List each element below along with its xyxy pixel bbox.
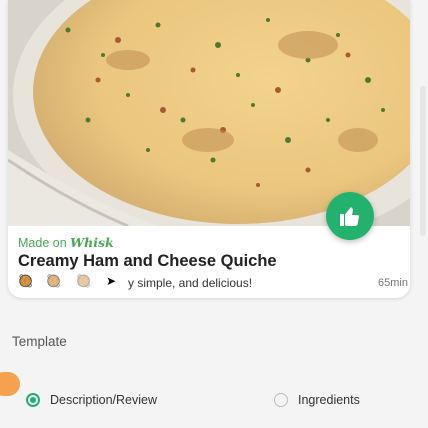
tab-label: Ingredients: [298, 393, 360, 407]
recipe-meta: 🥘 🥘 🥘 ➤ y simple, and delicious! 65min: [18, 274, 408, 292]
made-on-prefix: Made on: [18, 236, 67, 250]
floating-button[interactable]: [0, 372, 20, 396]
avatar: 🥘: [76, 274, 91, 288]
tab-description-review[interactable]: Description/Review: [26, 393, 157, 407]
tab-label: Description/Review: [50, 393, 157, 407]
thumbs-up-icon[interactable]: [326, 192, 374, 240]
recipe-card[interactable]: Made on Whisk Creamy Ham and Cheese Quic…: [8, 0, 410, 298]
recipe-title[interactable]: Creamy Ham and Cheese Quiche: [18, 252, 277, 271]
radio-selected-icon[interactable]: [26, 393, 40, 407]
tab-ingredients[interactable]: Ingredients: [274, 393, 360, 407]
section-title: Template: [12, 334, 67, 349]
radio-unselected-icon[interactable]: [274, 393, 288, 407]
avatar: 🥘: [18, 274, 33, 288]
recipe-description: y simple, and delicious!: [128, 276, 253, 290]
scrollbar[interactable]: [420, 86, 426, 236]
made-on-label: Made on Whisk: [18, 235, 114, 250]
chef-icon: ➤: [106, 274, 117, 288]
avatar: 🥘: [46, 274, 61, 288]
cook-time: 65min: [378, 277, 408, 289]
whisk-brand[interactable]: Whisk: [70, 235, 114, 250]
